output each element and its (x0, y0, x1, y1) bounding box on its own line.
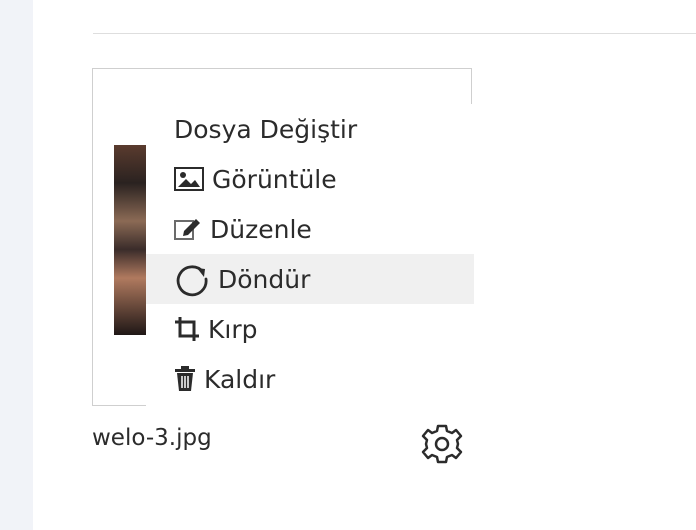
menu-item-label: Kırp (208, 314, 258, 344)
menu-item-label: Kaldır (204, 364, 276, 394)
trash-icon (174, 366, 196, 392)
menu-item-label: Dosya Değiştir (174, 114, 358, 144)
crop-icon (174, 316, 200, 342)
image-thumbnail (114, 145, 146, 335)
top-divider (93, 33, 696, 34)
menu-item-rotate[interactable]: Döndür (146, 254, 474, 304)
image-icon (174, 167, 204, 191)
image-actions-menu: Dosya Değiştir Görüntüle Düzenle Döndür … (146, 104, 474, 408)
menu-item-view[interactable]: Görüntüle (146, 154, 474, 204)
menu-item-label: Görüntüle (212, 164, 337, 194)
gear-icon[interactable] (420, 422, 464, 466)
menu-item-crop[interactable]: Kırp (146, 304, 474, 354)
left-gutter (0, 0, 33, 530)
menu-item-change-file[interactable]: Dosya Değiştir (146, 104, 474, 154)
menu-item-edit[interactable]: Düzenle (146, 204, 474, 254)
edit-icon (174, 217, 202, 241)
rotate-icon (174, 261, 210, 297)
menu-item-label: Düzenle (210, 214, 312, 244)
menu-item-label: Döndür (218, 264, 311, 294)
menu-item-remove[interactable]: Kaldır (146, 354, 474, 404)
file-name: welo-3.jpg (92, 425, 212, 451)
